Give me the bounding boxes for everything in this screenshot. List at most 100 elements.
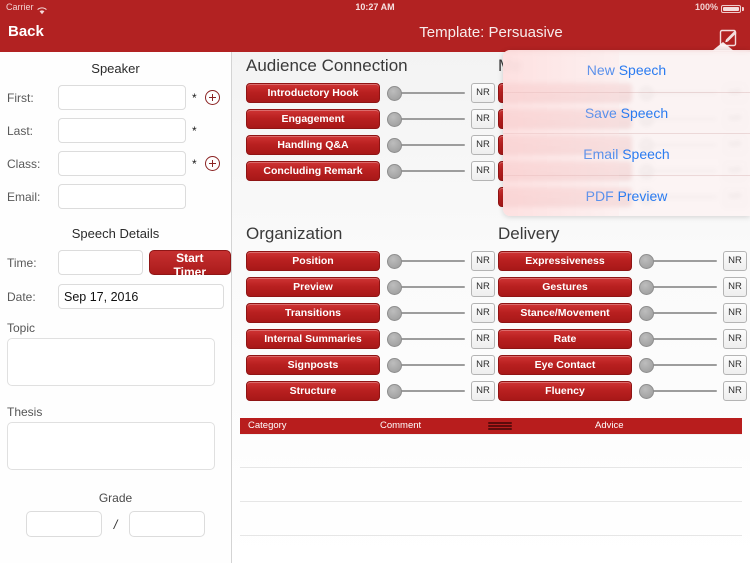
criterion-button[interactable]: Concluding Remark (246, 160, 380, 181)
criterion-row: Transitions NR (246, 302, 495, 323)
popover-item-save-speech[interactable]: Save Speech (503, 91, 750, 134)
class-input[interactable] (58, 151, 186, 176)
criterion-button[interactable]: Handling Q&A (246, 134, 380, 155)
nr-button[interactable]: NR (471, 250, 495, 271)
slider-knob[interactable] (387, 383, 402, 399)
section-audience-connection: Audience Connection Introductory Hook NR… (246, 56, 495, 186)
nr-button[interactable]: NR (723, 276, 747, 297)
slider-knob[interactable] (639, 331, 654, 347)
criterion-row: Eye Contact NR (498, 354, 747, 375)
criterion-row: Signposts NR (246, 354, 495, 375)
score-slider[interactable] (639, 355, 717, 375)
criterion-button[interactable]: Engagement (246, 108, 380, 129)
first-name-input[interactable] (58, 85, 186, 110)
nr-button[interactable]: NR (723, 250, 747, 271)
criterion-button[interactable]: Gestures (498, 276, 632, 297)
grade-separator: / (113, 516, 118, 532)
slider-knob[interactable] (387, 137, 402, 153)
nr-button[interactable]: NR (471, 302, 495, 323)
topic-textarea[interactable] (7, 338, 215, 386)
score-slider[interactable] (387, 381, 465, 401)
back-button[interactable]: Back (8, 23, 44, 40)
app-root: Carrier 10:27 AM 100% Back Template: Per… (0, 0, 750, 563)
email-label: Email: (7, 189, 41, 204)
table-row[interactable] (240, 434, 742, 468)
criterion-button[interactable]: Introductory Hook (246, 82, 380, 103)
slider-knob[interactable] (639, 279, 654, 295)
nr-button[interactable]: NR (471, 354, 495, 375)
popover-item-email-speech[interactable]: Email Speech (503, 133, 750, 175)
grade-denominator-input[interactable] (129, 511, 206, 537)
score-slider[interactable] (639, 381, 717, 401)
nr-button[interactable]: NR (471, 134, 495, 155)
last-required-marker: * (192, 123, 197, 138)
criterion-button[interactable]: Structure (246, 380, 380, 401)
thesis-textarea[interactable] (7, 422, 215, 470)
plus-spacer (205, 123, 220, 138)
score-slider[interactable] (387, 83, 465, 103)
criterion-button[interactable]: Signposts (246, 354, 380, 375)
criterion-button[interactable]: Eye Contact (498, 354, 632, 375)
nr-button[interactable]: NR (723, 302, 747, 323)
slider-knob[interactable] (639, 253, 654, 269)
nr-button[interactable]: NR (471, 276, 495, 297)
popover-item-pdf-preview[interactable]: PDF Preview (503, 174, 750, 217)
nr-button[interactable]: NR (471, 108, 495, 129)
criterion-button[interactable]: Position (246, 250, 380, 271)
table-row[interactable] (240, 502, 742, 536)
grade-numerator-input[interactable] (25, 511, 102, 537)
time-input[interactable] (57, 250, 143, 275)
criterion-row: Expressiveness NR (498, 250, 747, 271)
score-slider[interactable] (387, 329, 465, 349)
score-slider[interactable] (639, 277, 717, 297)
grade-heading: Grade (98, 491, 133, 505)
criterion-button[interactable]: Preview (246, 276, 380, 297)
slider-knob[interactable] (387, 331, 402, 347)
slider-knob[interactable] (387, 305, 402, 321)
add-class-plus-circle-icon[interactable] (205, 156, 220, 171)
score-slider[interactable] (387, 355, 465, 375)
last-name-input[interactable] (58, 118, 186, 143)
slider-knob[interactable] (387, 253, 402, 269)
slider-knob[interactable] (387, 111, 402, 127)
nr-button[interactable]: NR (471, 160, 495, 181)
score-slider[interactable] (639, 251, 717, 271)
slider-knob[interactable] (639, 305, 654, 321)
nr-button[interactable]: NR (471, 380, 495, 401)
slider-knob[interactable] (387, 279, 402, 295)
criterion-button[interactable]: Expressiveness (498, 250, 632, 271)
score-slider[interactable] (639, 303, 717, 323)
criterion-button[interactable]: Transitions (246, 302, 380, 323)
score-slider[interactable] (387, 109, 465, 129)
email-input[interactable] (58, 184, 186, 209)
criterion-button[interactable]: Fluency (498, 380, 632, 401)
popover-item-new-speech[interactable]: New Speech (503, 50, 750, 92)
start-timer-button[interactable]: Start Timer (148, 250, 231, 279)
nr-button[interactable]: NR (471, 82, 495, 103)
nr-button[interactable]: NR (723, 380, 747, 401)
criterion-button[interactable]: Stance/Movement (498, 302, 632, 323)
score-slider[interactable] (387, 251, 465, 271)
score-slider[interactable] (639, 329, 717, 349)
slider-knob[interactable] (639, 357, 654, 373)
slider-knob[interactable] (387, 357, 402, 373)
slider-knob[interactable] (387, 85, 402, 101)
table-row[interactable] (240, 468, 742, 502)
criterion-row: Fluency NR (498, 380, 747, 401)
table-row[interactable] (240, 536, 742, 563)
add-speaker-plus-circle-icon[interactable] (205, 90, 220, 105)
nr-button[interactable]: NR (723, 354, 747, 375)
slider-knob[interactable] (387, 163, 402, 179)
criterion-button[interactable]: Rate (498, 328, 632, 349)
score-slider[interactable] (387, 277, 465, 297)
date-input[interactable] (58, 284, 224, 309)
score-slider[interactable] (387, 135, 465, 155)
nr-button[interactable]: NR (723, 328, 747, 349)
score-slider[interactable] (387, 161, 465, 181)
criterion-button[interactable]: Internal Summaries (246, 328, 380, 349)
score-slider[interactable] (387, 303, 465, 323)
criterion-row: Handling Q&A NR (246, 134, 495, 155)
drag-handle-icon[interactable] (488, 422, 512, 430)
slider-knob[interactable] (639, 383, 654, 399)
nr-button[interactable]: NR (471, 328, 495, 349)
